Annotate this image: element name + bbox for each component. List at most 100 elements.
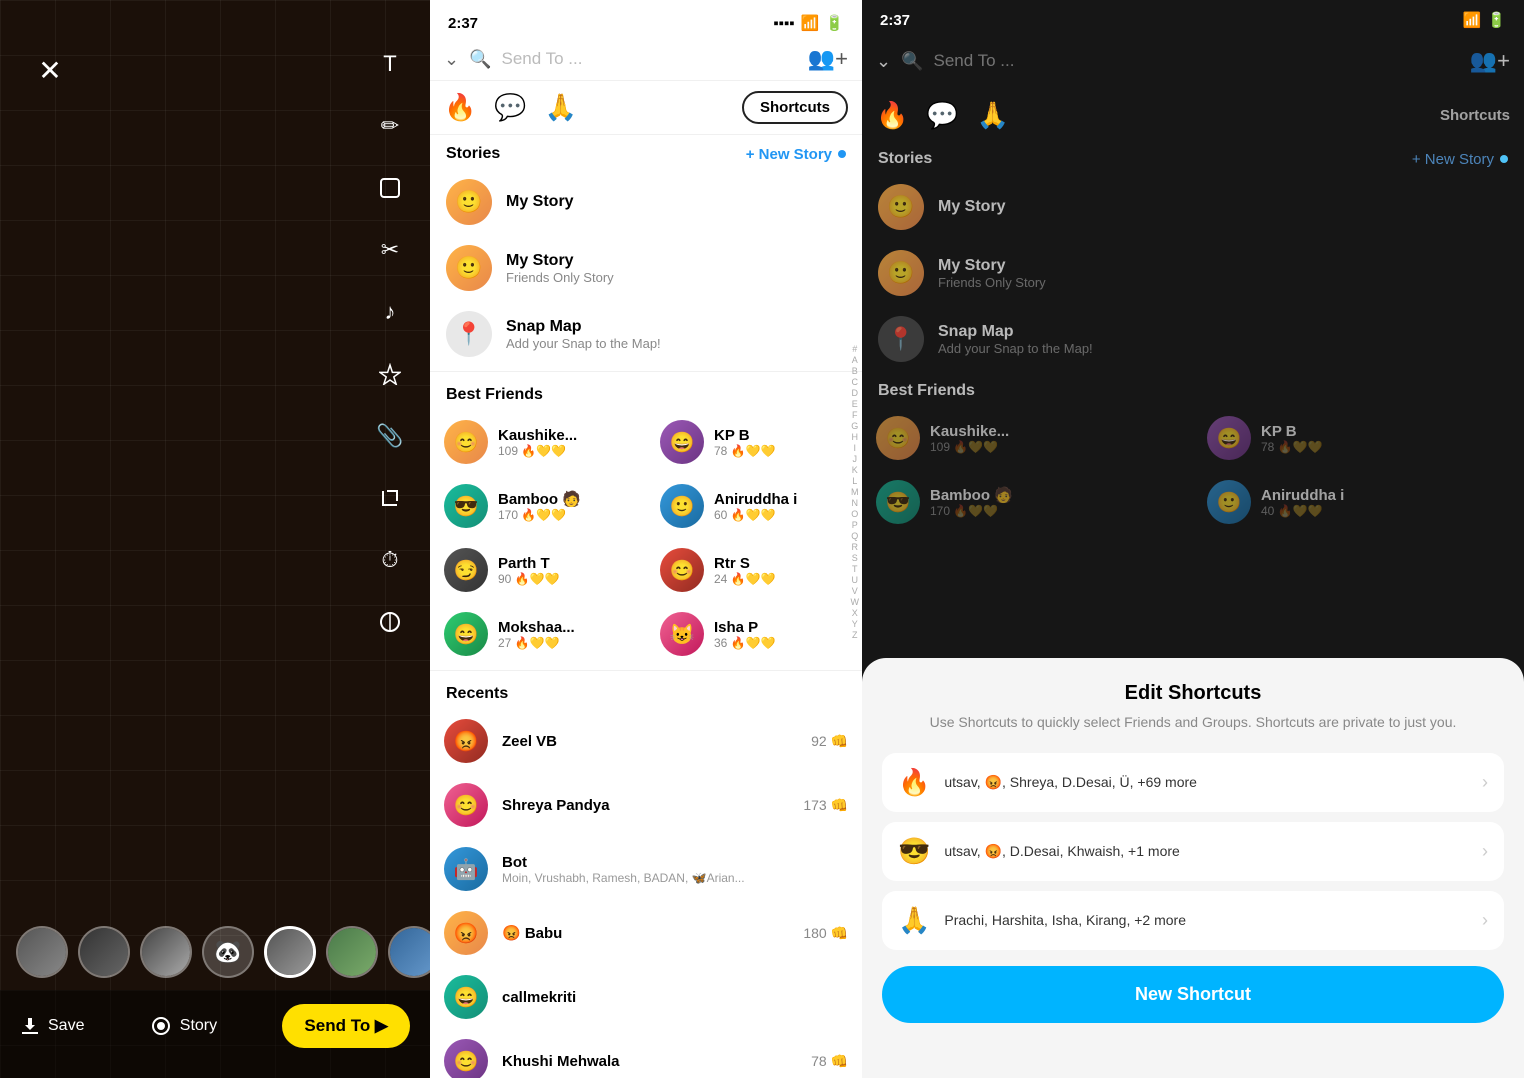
filter-item[interactable] bbox=[326, 926, 378, 978]
alpha-z[interactable]: Z bbox=[851, 630, 860, 640]
alpha-q[interactable]: Q bbox=[851, 531, 860, 541]
filter-item[interactable] bbox=[78, 926, 130, 978]
recent-callmekriti[interactable]: 😄 callmekriti bbox=[430, 965, 862, 1029]
friend-aniruddha[interactable]: 🙂 Aniruddha i 60 🔥💛💛 bbox=[646, 474, 862, 538]
my-story-friends-item[interactable]: 🙂 My Story Friends Only Story bbox=[430, 235, 862, 301]
story-button[interactable]: Story bbox=[150, 1015, 217, 1037]
new-story-button[interactable]: + New Story bbox=[746, 146, 846, 163]
recent-zeel[interactable]: 😡 Zeel VB 92 👊 bbox=[430, 709, 862, 773]
p3-friend-kaushike[interactable]: 😊 Kaushike... 109 🔥💛💛 bbox=[862, 406, 1193, 470]
alpha-w[interactable]: W bbox=[851, 597, 860, 607]
p3-snap-map-sub: Add your Snap to the Map! bbox=[938, 341, 1093, 356]
camera-panel: ✕ T ✏ ✂ ♪ 📎 ⏱ 🐼 bbox=[0, 0, 430, 1078]
save-button[interactable]: Save bbox=[20, 1016, 84, 1036]
friend-rtr[interactable]: 😊 Rtr S 24 🔥💛💛 bbox=[646, 538, 862, 602]
alpha-a[interactable]: A bbox=[851, 355, 860, 365]
p3-friend-aniruddha[interactable]: 🙂 Aniruddha i 40 🔥💛💛 bbox=[1193, 470, 1524, 534]
recent-babu[interactable]: 😡 😡 Babu 180 👊 bbox=[430, 901, 862, 965]
alpha-i[interactable]: I bbox=[851, 443, 860, 453]
p3-shortcut-fire[interactable]: 🔥 bbox=[876, 100, 908, 131]
shortcut-chat[interactable]: 💬 bbox=[494, 92, 526, 123]
alpha-r[interactable]: R bbox=[851, 542, 860, 552]
alpha-d[interactable]: D bbox=[851, 388, 860, 398]
alpha-m[interactable]: M bbox=[851, 487, 860, 497]
music-tool[interactable]: ♪ bbox=[368, 290, 412, 334]
alpha-l[interactable]: L bbox=[851, 476, 860, 486]
filter-item[interactable] bbox=[16, 926, 68, 978]
alpha-o[interactable]: O bbox=[851, 509, 860, 519]
crop-tool[interactable] bbox=[368, 476, 412, 520]
friend-isha[interactable]: 😺 Isha P 36 🔥💛💛 bbox=[646, 602, 862, 666]
p3-friend-name-kaushike: Kaushike... bbox=[930, 423, 1009, 440]
timer-tool[interactable]: ⏱ bbox=[368, 538, 412, 582]
recent-avatar-zeel: 😡 bbox=[444, 719, 488, 763]
alpha-e[interactable]: E bbox=[851, 399, 860, 409]
filter-tool[interactable] bbox=[368, 600, 412, 644]
alpha-x[interactable]: X bbox=[851, 608, 860, 618]
filter-item[interactable] bbox=[388, 926, 430, 978]
text-tool[interactable]: T bbox=[368, 42, 412, 86]
shortcut-row-pray[interactable]: 🙏 Prachi, Harshita, Isha, Kirang, +2 mor… bbox=[882, 891, 1504, 950]
p3-chevron-icon[interactable]: ⌄ bbox=[876, 51, 891, 72]
new-shortcut-button[interactable]: New Shortcut bbox=[882, 966, 1504, 1023]
recents-title: Recents bbox=[446, 685, 508, 703]
shortcut-row-sunglasses[interactable]: 😎 utsav, 😡, D.Desai, Khwaish, +1 more › bbox=[882, 822, 1504, 881]
p3-new-story-button[interactable]: + New Story bbox=[1412, 151, 1508, 168]
paperclip-tool[interactable]: 📎 bbox=[368, 414, 412, 458]
star-tool[interactable] bbox=[368, 352, 412, 396]
alpha-c[interactable]: C bbox=[851, 377, 860, 387]
p3-shortcut-pray[interactable]: 🙏 bbox=[977, 100, 1009, 131]
p3-my-story-item[interactable]: 🙂 My Story bbox=[862, 174, 1524, 240]
snap-map-item[interactable]: 📍 Snap Map Add your Snap to the Map! bbox=[430, 301, 862, 367]
sticker-tool[interactable] bbox=[368, 166, 412, 210]
p3-friend-bamboo[interactable]: 😎 Bamboo 🧑 170 🔥💛💛 bbox=[862, 470, 1193, 534]
friend-kaushike[interactable]: 😊 Kaushike... 109 🔥💛💛 bbox=[430, 410, 646, 474]
alpha-g[interactable]: G bbox=[851, 421, 860, 431]
p3-shortcut-chat[interactable]: 💬 bbox=[926, 100, 958, 131]
send-panel-scroll[interactable]: Stories + New Story 🙂 My Story 🙂 My Stor… bbox=[430, 135, 862, 1078]
friend-bamboo[interactable]: 😎 Bamboo 🧑 170 🔥💛💛 bbox=[430, 474, 646, 538]
filter-item[interactable]: 🐼 bbox=[202, 926, 254, 978]
edit-shortcuts-modal: Edit Shortcuts Use Shortcuts to quickly … bbox=[862, 658, 1524, 1078]
shortcut-row-fire[interactable]: 🔥 utsav, 😡, Shreya, D.Desai, Ü, +69 more… bbox=[882, 753, 1504, 812]
my-story-item[interactable]: 🙂 My Story bbox=[430, 169, 862, 235]
friend-kpb[interactable]: 😄 KP B 78 🔥💛💛 bbox=[646, 410, 862, 474]
recent-shreya[interactable]: 😊 Shreya Pandya 173 👊 bbox=[430, 773, 862, 837]
add-friend-button[interactable]: 👥+ bbox=[808, 46, 848, 72]
alpha-hash[interactable]: # bbox=[851, 344, 860, 354]
shortcut-pray[interactable]: 🙏 bbox=[545, 92, 577, 123]
filter-item[interactable] bbox=[140, 926, 192, 978]
alpha-p[interactable]: P bbox=[851, 520, 860, 530]
alpha-h[interactable]: H bbox=[851, 432, 860, 442]
send-to-label: Send To ▶ bbox=[304, 1016, 388, 1036]
friend-parth[interactable]: 😏 Parth T 90 🔥💛💛 bbox=[430, 538, 646, 602]
p3-add-friend-button[interactable]: 👥+ bbox=[1470, 48, 1510, 74]
alpha-s[interactable]: S bbox=[851, 553, 860, 563]
close-button[interactable]: ✕ bbox=[28, 48, 72, 92]
search-input[interactable]: Send To ... bbox=[502, 49, 798, 69]
scissors-tool[interactable]: ✂ bbox=[368, 228, 412, 272]
alpha-v[interactable]: V bbox=[851, 586, 860, 596]
alpha-y[interactable]: Y bbox=[851, 619, 860, 629]
alpha-t[interactable]: T bbox=[851, 564, 860, 574]
recent-bot[interactable]: 🤖 Bot Moin, Vrushabh, Ramesh, BADAN, 🦋Ar… bbox=[430, 837, 862, 901]
chevron-down-icon[interactable]: ⌄ bbox=[444, 49, 459, 70]
shortcut-fire[interactable]: 🔥 bbox=[444, 92, 476, 123]
friend-moksha[interactable]: 😄 Mokshaa... 27 🔥💛💛 bbox=[430, 602, 646, 666]
shortcuts-button[interactable]: Shortcuts bbox=[742, 91, 848, 124]
send-to-button[interactable]: Send To ▶ bbox=[282, 1004, 410, 1048]
alpha-n[interactable]: N bbox=[851, 498, 860, 508]
my-story-text: My Story bbox=[506, 193, 846, 211]
p3-my-story-friends-item[interactable]: 🙂 My Story Friends Only Story bbox=[862, 240, 1524, 306]
p3-search-input[interactable]: Send To ... bbox=[934, 51, 1460, 71]
alpha-b[interactable]: B bbox=[851, 366, 860, 376]
alpha-u[interactable]: U bbox=[851, 575, 860, 585]
pen-tool[interactable]: ✏ bbox=[368, 104, 412, 148]
recent-khushi[interactable]: 😊 Khushi Mehwala 78 👊 bbox=[430, 1029, 862, 1078]
alpha-f[interactable]: F bbox=[851, 410, 860, 420]
alpha-j[interactable]: J bbox=[851, 454, 860, 464]
p3-friend-kpb[interactable]: 😄 KP B 78 🔥💛💛 bbox=[1193, 406, 1524, 470]
alpha-k[interactable]: K bbox=[851, 465, 860, 475]
filter-item-selected[interactable] bbox=[264, 926, 316, 978]
p3-snap-map-item[interactable]: 📍 Snap Map Add your Snap to the Map! bbox=[862, 306, 1524, 372]
